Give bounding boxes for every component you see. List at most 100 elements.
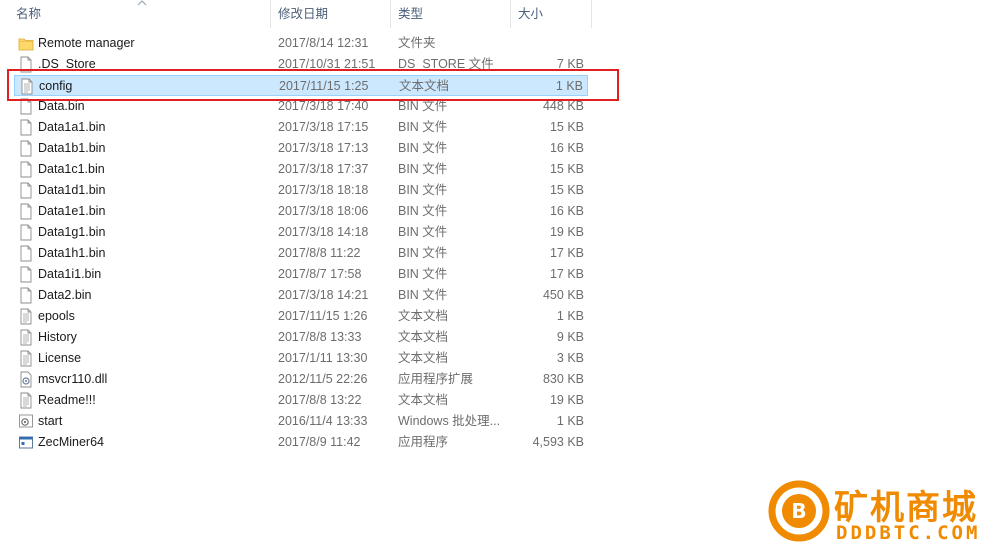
- file-icon: [18, 119, 34, 136]
- file-name: License: [38, 351, 82, 365]
- file-type: BIN 文件: [398, 267, 448, 281]
- file-size: 15 KB: [549, 120, 584, 134]
- file-modified-date: 2017/1/11 13:30: [278, 351, 368, 365]
- file-name: Data1d1.bin: [38, 183, 106, 197]
- file-modified-date: 2017/3/18 18:18: [278, 183, 369, 197]
- file-type: BIN 文件: [398, 204, 448, 218]
- file-name: Readme!!!: [38, 393, 96, 407]
- column-header-bar: 名称 修改日期 类型 大小: [0, 0, 592, 28]
- file-name: Data2.bin: [38, 288, 92, 302]
- file-name: Data1e1.bin: [38, 204, 106, 218]
- bitcoin-logo-icon: B: [768, 480, 830, 542]
- file-name: Remote manager: [38, 36, 135, 50]
- file-name: Data1g1.bin: [38, 225, 106, 239]
- file-name: History: [38, 330, 77, 344]
- column-divider[interactable]: [591, 0, 592, 28]
- file-icon: [18, 266, 34, 283]
- file-modified-date: 2016/11/4 13:33: [278, 414, 368, 428]
- file-modified-date: 2017/8/14 12:31: [278, 36, 369, 50]
- file-row[interactable]: ZecMiner64 2017/8/9 11:42 应用程序 4,593 KB: [14, 432, 588, 453]
- file-modified-date: 2017/3/18 14:18: [278, 225, 369, 239]
- file-size: 1 KB: [556, 309, 584, 323]
- file-modified-date: 2017/3/18 17:13: [278, 141, 369, 155]
- dll-icon: [18, 371, 34, 388]
- file-icon: [18, 161, 34, 178]
- file-row[interactable]: start 2016/11/4 13:33 Windows 批处理... 1 KB: [14, 411, 588, 432]
- file-row[interactable]: Data1h1.bin 2017/8/8 11:22 BIN 文件 17 KB: [14, 243, 588, 264]
- file-name: start: [38, 414, 63, 428]
- file-icon: [18, 287, 34, 304]
- file-row[interactable]: Remote manager 2017/8/14 12:31 文件夹: [14, 33, 588, 54]
- file-type: 应用程序扩展: [398, 372, 474, 386]
- file-type: 文本文档: [398, 351, 449, 365]
- text-file-icon: [18, 308, 34, 325]
- file-type: BIN 文件: [398, 225, 448, 239]
- file-type: 文本文档: [398, 309, 449, 323]
- file-modified-date: 2017/8/7 17:58: [278, 267, 362, 281]
- file-icon: [18, 182, 34, 199]
- file-row[interactable]: Data2.bin 2017/3/18 14:21 BIN 文件 450 KB: [14, 285, 588, 306]
- file-size: 3 KB: [556, 351, 584, 365]
- file-name: msvcr110.dll: [38, 372, 108, 386]
- watermark: B 矿机商城 DDDBTC.COM: [768, 478, 989, 548]
- file-row[interactable]: Data1g1.bin 2017/3/18 14:18 BIN 文件 19 KB: [14, 222, 588, 243]
- file-name: Data1i1.bin: [38, 267, 102, 281]
- column-divider[interactable]: [390, 0, 391, 28]
- file-icon: [18, 203, 34, 220]
- file-type: 文本文档: [398, 330, 449, 344]
- text-file-icon: [18, 392, 34, 409]
- file-modified-date: 2012/11/5 22:26: [278, 372, 368, 386]
- file-row[interactable]: License 2017/1/11 13:30 文本文档 3 KB: [14, 348, 588, 369]
- file-type: BIN 文件: [398, 183, 448, 197]
- file-size: 15 KB: [549, 183, 584, 197]
- file-size: 4,593 KB: [532, 435, 584, 449]
- file-row[interactable]: History 2017/8/8 13:33 文本文档 9 KB: [14, 327, 588, 348]
- column-header-date[interactable]: 修改日期: [274, 0, 390, 28]
- file-size: 19 KB: [549, 225, 584, 239]
- file-icon: [18, 224, 34, 241]
- file-size: 16 KB: [549, 204, 584, 218]
- sort-ascending-icon: [137, 0, 147, 6]
- file-row[interactable]: epools 2017/11/15 1:26 文本文档 1 KB: [14, 306, 588, 327]
- text-file-icon: [18, 329, 34, 346]
- file-modified-date: 2017/3/18 17:37: [278, 162, 369, 176]
- file-name: Data1h1.bin: [38, 246, 106, 260]
- file-type: BIN 文件: [398, 120, 448, 134]
- file-type: 应用程序: [398, 435, 449, 449]
- file-row[interactable]: Data1c1.bin 2017/3/18 17:37 BIN 文件 15 KB: [14, 159, 588, 180]
- file-modified-date: 2017/3/18 17:15: [278, 120, 369, 134]
- file-size: 15 KB: [549, 162, 584, 176]
- column-header-type[interactable]: 类型: [394, 0, 510, 28]
- file-row[interactable]: Data1a1.bin 2017/3/18 17:15 BIN 文件 15 KB: [14, 117, 588, 138]
- file-modified-date: 2017/8/9 11:42: [278, 435, 361, 449]
- logo-letter: B: [791, 499, 806, 523]
- file-row[interactable]: Data1d1.bin 2017/3/18 18:18 BIN 文件 15 KB: [14, 180, 588, 201]
- file-size: 17 KB: [549, 246, 584, 260]
- file-row[interactable]: Data1i1.bin 2017/8/7 17:58 BIN 文件 17 KB: [14, 264, 588, 285]
- file-name: Data1b1.bin: [38, 141, 106, 155]
- file-name: epools: [38, 309, 75, 323]
- file-modified-date: 2017/8/8 13:33: [278, 330, 362, 344]
- file-icon: [18, 140, 34, 157]
- column-divider[interactable]: [270, 0, 271, 28]
- exe-icon: [18, 434, 34, 451]
- file-size: 450 KB: [542, 288, 584, 302]
- file-row[interactable]: Readme!!! 2017/8/8 13:22 文本文档 19 KB: [14, 390, 588, 411]
- file-size: 830 KB: [542, 372, 584, 386]
- file-modified-date: 2017/8/8 11:22: [278, 246, 361, 260]
- folder-icon: [18, 35, 34, 52]
- file-row[interactable]: msvcr110.dll 2012/11/5 22:26 应用程序扩展 830 KB: [14, 369, 588, 390]
- file-modified-date: 2017/3/18 18:06: [278, 204, 369, 218]
- file-modified-date: 2017/3/18 14:21: [278, 288, 369, 302]
- text-file-icon: [18, 350, 34, 367]
- column-header-size[interactable]: 大小: [514, 0, 592, 28]
- watermark-url: DDDBTC.COM: [836, 522, 981, 544]
- file-icon: [18, 245, 34, 262]
- file-row[interactable]: Data1b1.bin 2017/3/18 17:13 BIN 文件 16 KB: [14, 138, 588, 159]
- file-size: 16 KB: [549, 141, 584, 155]
- file-row[interactable]: Data1e1.bin 2017/3/18 18:06 BIN 文件 16 KB: [14, 201, 588, 222]
- column-divider[interactable]: [510, 0, 511, 28]
- file-type: BIN 文件: [398, 288, 448, 302]
- file-type: BIN 文件: [398, 162, 448, 176]
- file-type: 文件夹: [398, 36, 436, 50]
